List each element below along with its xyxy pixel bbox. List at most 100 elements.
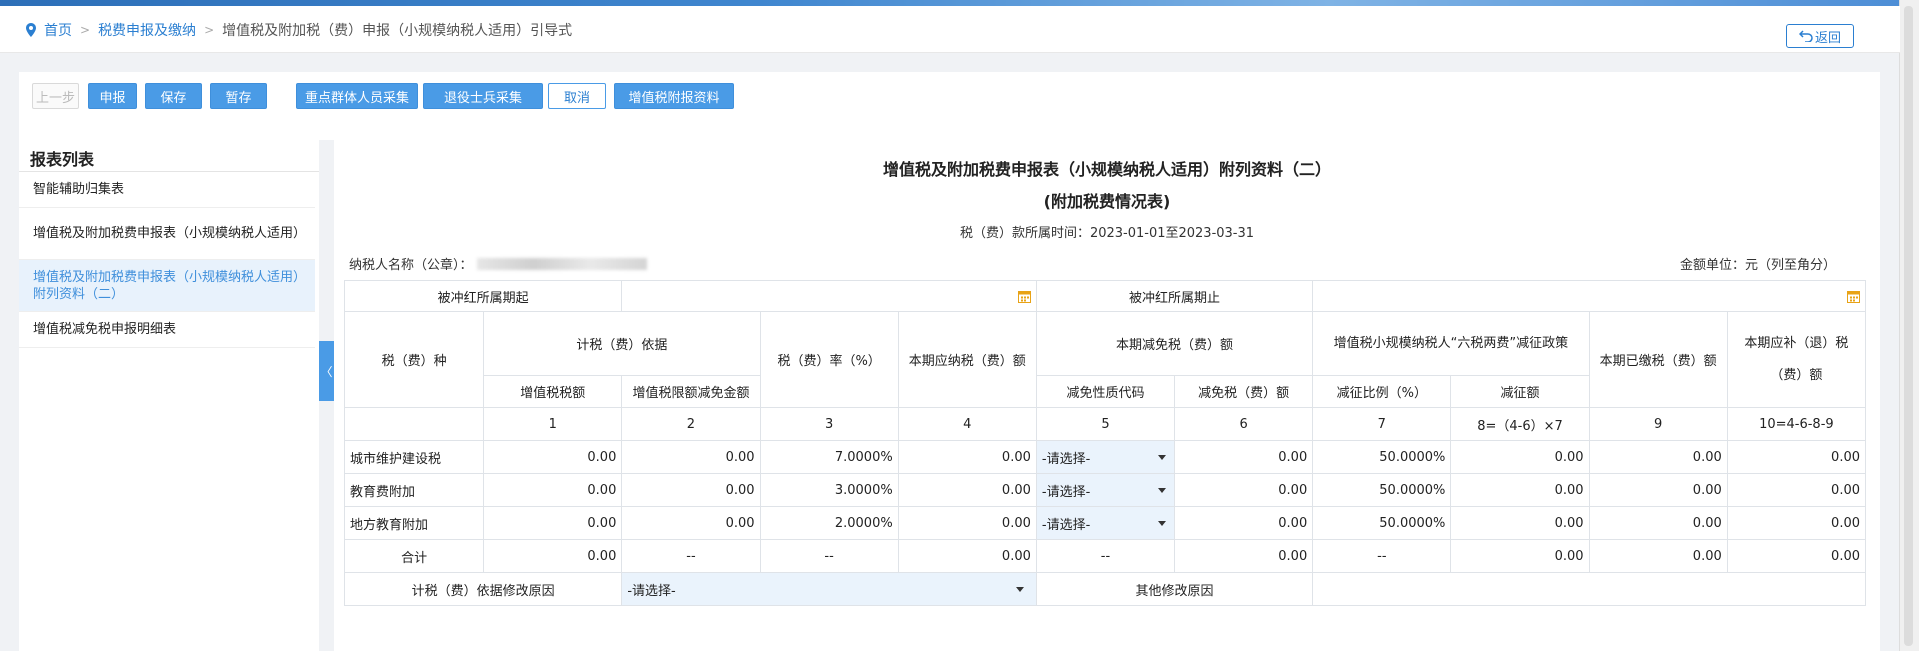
reduce-amount-cell: 0.00: [1450, 473, 1590, 507]
total-refund: 0.00: [1726, 539, 1867, 573]
sidebar-collapse-toggle[interactable]: 〈: [319, 341, 334, 401]
relief-amount-cell[interactable]: 0.00: [1174, 440, 1314, 474]
relief-code-select[interactable]: -请选择-: [1035, 440, 1176, 474]
report-list-title: 报表列表: [30, 150, 95, 169]
row-tax-name: 城市维护建设税: [343, 440, 485, 474]
relief-amount-cell[interactable]: 0.00: [1174, 506, 1314, 540]
other-reason-label: 其他修改原因: [1035, 572, 1314, 606]
total-payable: 0.00: [897, 539, 1037, 573]
modify-reason-select[interactable]: -请选择-: [621, 572, 1037, 606]
column-number: 4: [897, 407, 1037, 441]
page-scrollbar[interactable]: [1899, 0, 1919, 651]
form-subtitle: (附加税费情况表): [1043, 192, 1171, 211]
reduce-amount-cell: 0.00: [1450, 440, 1590, 474]
column-number: 6: [1174, 407, 1314, 441]
form-title: 增值税及附加税费申报表（小规模纳税人适用）附列资料（二）: [882, 160, 1331, 179]
relief-code-select[interactable]: -请选择-: [1035, 473, 1176, 507]
total-row: 合计 0.00 -- -- 0.00 -- 0.00 -- 0.00 0.00 …: [343, 539, 1867, 573]
calendar-icon[interactable]: [1017, 290, 1031, 303]
header-relief: 本期减免税（费）额: [1035, 311, 1314, 376]
caret-down-icon: [1158, 521, 1167, 526]
reduce-ratio-cell: 50.0000%: [1312, 440, 1452, 474]
save-button[interactable]: 保存: [145, 83, 202, 109]
declare-button[interactable]: 申报: [88, 83, 137, 109]
back-button[interactable]: 返回: [1786, 24, 1854, 48]
taxpayer-name-label: 纳税人名称（公章）：: [349, 258, 473, 273]
vat-attachment-button[interactable]: 增值税附报资料: [614, 83, 734, 109]
total-reduce-ratio: --: [1312, 539, 1452, 573]
vat-limit-cell[interactable]: 0.00: [621, 506, 761, 540]
paid-cell[interactable]: 0.00: [1588, 506, 1728, 540]
scrollbar-thumb[interactable]: [1904, 6, 1913, 646]
vat-amount-cell[interactable]: 0.00: [483, 473, 623, 507]
taxpayer-name-redacted: [476, 257, 647, 270]
table-row: 城市维护建设税 0.00 0.00 7.0000% 0.00 -请选择- 0.0…: [343, 440, 1867, 474]
column-number-blank: [343, 407, 485, 441]
relief-code-select[interactable]: -请选择-: [1035, 506, 1176, 540]
table-row: 地方教育附加 0.00 0.00 2.0000% 0.00 -请选择- 0.00…: [343, 506, 1867, 540]
total-relief-code: --: [1035, 539, 1176, 573]
relief-code-placeholder: -请选择-: [1041, 451, 1091, 467]
offset-start-date-field[interactable]: [621, 280, 1037, 312]
rate-cell: 2.0000%: [759, 506, 899, 540]
caret-down-icon: [1015, 587, 1024, 592]
header-reduce-ratio: 减征比例（%）: [1312, 375, 1452, 408]
veteran-collect-button[interactable]: 退役士兵采集: [423, 83, 543, 109]
sidebar-item-relief-detail[interactable]: 增值税减免税申报明细表: [19, 312, 315, 348]
column-number: 9: [1588, 407, 1728, 441]
calendar-icon[interactable]: [1847, 290, 1860, 303]
header-tax-type: 税（费）种: [343, 311, 485, 408]
offset-end-date-field[interactable]: [1312, 280, 1866, 312]
key-group-collect-button[interactable]: 重点群体人员采集: [296, 83, 418, 109]
payable-cell: 0.00: [897, 506, 1037, 540]
relief-amount-cell[interactable]: 0.00: [1174, 473, 1314, 507]
paid-cell[interactable]: 0.00: [1588, 473, 1728, 507]
row-tax-name: 教育费附加: [343, 473, 485, 507]
paid-cell[interactable]: 0.00: [1588, 440, 1728, 474]
total-relief-amount: 0.00: [1174, 539, 1314, 573]
taxpayer-name-row: 纳税人名称（公章）：: [349, 254, 647, 273]
vat-amount-cell[interactable]: 0.00: [483, 506, 623, 540]
total-vat-limit: --: [621, 539, 761, 573]
action-toolbar: 上一步 申报 保存 暂存 重点群体人员采集 退役士兵采集 取消 增值税附报资料: [19, 72, 1880, 140]
reduce-amount-cell: 0.00: [1450, 506, 1590, 540]
sidebar-item-attachment-2[interactable]: 增值税及附加税费申报表（小规模纳税人适用）附列资料（二）: [19, 260, 315, 312]
report-list-panel: 报表列表 智能辅助归集表 增值税及附加税费申报表（小规模纳税人适用） 增值税及附…: [19, 140, 319, 651]
relief-code-placeholder: -请选择-: [1041, 484, 1091, 500]
breadcrumb-separator: >: [204, 23, 215, 37]
form-area: 增值税及附加税费申报表（小规模纳税人适用）附列资料（二） (附加税费情况表) 税…: [334, 140, 1880, 651]
temp-save-button[interactable]: 暂存: [210, 83, 267, 109]
offset-period-row: 被冲红所属期起 被冲红所属期止: [343, 280, 1866, 312]
vat-amount-cell[interactable]: 0.00: [483, 440, 623, 474]
breadcrumb-current: 增值税及附加税（费）申报（小规模纳税人适用）引导式: [222, 23, 573, 39]
vat-limit-cell[interactable]: 0.00: [621, 440, 761, 474]
tax-period: 税（费）款所属时间：2023-01-01至2023-03-31: [959, 226, 1255, 241]
column-number-row: 1 2 3 4 5 6 7 8=（4-6）×7 9 10=4-6-8-9: [343, 407, 1867, 441]
total-rate: --: [759, 539, 899, 573]
rate-cell: 7.0000%: [759, 440, 899, 474]
tax-table: 被冲红所属期起 被冲红所属期止 税（费）种 计税（费）依据 税（费）率（%） 本…: [343, 280, 1867, 606]
reduce-ratio-cell: 50.0000%: [1312, 506, 1452, 540]
sidebar-item-main-declaration[interactable]: 增值税及附加税费申报表（小规模纳税人适用）: [19, 208, 315, 260]
breadcrumb-home-link[interactable]: 首页: [44, 20, 72, 40]
header-vat-amount: 增值税税额: [483, 375, 623, 408]
modify-reason-row: 计税（费）依据修改原因 -请选择- 其他修改原因: [343, 572, 1866, 606]
location-pin-icon: [26, 23, 36, 37]
sidebar-item-smart-summary[interactable]: 智能辅助归集表: [19, 172, 315, 208]
cancel-button[interactable]: 取消: [548, 83, 606, 109]
breadcrumb-bar: 首页 > 税费申报及缴纳 > 增值税及附加税（费）申报（小规模纳税人适用）引导式…: [0, 6, 1900, 53]
modify-reason-label: 计税（费）依据修改原因: [343, 572, 623, 606]
rate-cell: 3.0000%: [759, 473, 899, 507]
prev-step-button[interactable]: 上一步: [32, 83, 79, 109]
header-refund: 本期应补（退）税（费）额: [1726, 311, 1867, 408]
header-paid: 本期已缴税（费）额: [1588, 311, 1728, 408]
vat-limit-cell[interactable]: 0.00: [621, 473, 761, 507]
header-reduce-amount: 减征额: [1450, 375, 1590, 408]
header-payable: 本期应纳税（费）额: [897, 311, 1037, 408]
breadcrumb-tax-link[interactable]: 税费申报及缴纳: [98, 20, 196, 40]
total-reduce-amount: 0.00: [1450, 539, 1590, 573]
other-reason-input[interactable]: [1312, 572, 1866, 606]
total-vat-amount: 0.00: [483, 539, 623, 573]
refund-cell: 0.00: [1726, 506, 1867, 540]
refund-cell: 0.00: [1726, 440, 1867, 474]
